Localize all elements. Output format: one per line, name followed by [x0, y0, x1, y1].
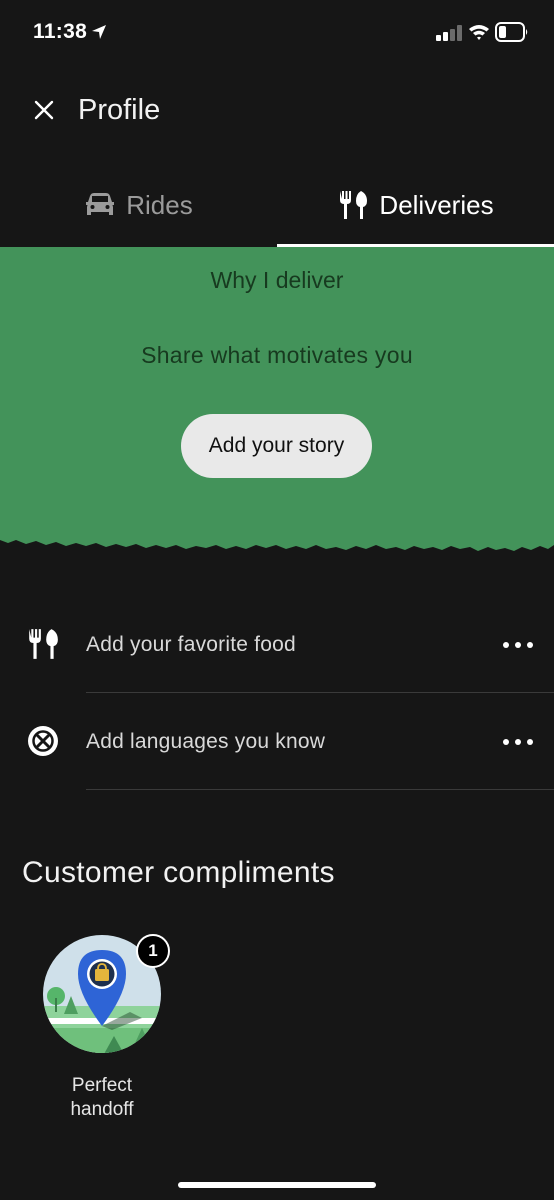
status-bar: 11:38 [0, 0, 554, 66]
why-i-deliver-card: Why I deliver Share what motivates you A… [0, 247, 554, 565]
languages-row[interactable]: Add languages you know [0, 693, 554, 789]
favorite-food-row[interactable]: Add your favorite food [0, 596, 554, 692]
compliment-count-badge: 1 [136, 934, 170, 968]
more-dots-icon[interactable] [500, 730, 536, 754]
story-heading: Why I deliver [210, 267, 344, 293]
tab-rides[interactable]: Rides [0, 166, 277, 244]
compliment-label: Perfect handoff [20, 1074, 184, 1122]
row-divider [86, 789, 554, 790]
more-dots-icon[interactable] [500, 633, 536, 657]
home-indicator [178, 1182, 376, 1188]
battery-icon [495, 22, 529, 42]
close-button[interactable] [28, 96, 60, 128]
fork-knife-icon [24, 625, 62, 663]
page-title: Profile [78, 94, 161, 126]
location-arrow-icon [91, 24, 107, 40]
car-icon [84, 192, 116, 218]
tab-deliveries-label: Deliveries [379, 189, 494, 220]
tab-bar: Rides Deliveries [0, 166, 554, 248]
language-globe-icon [24, 722, 62, 760]
status-time: 11:38 [33, 20, 88, 43]
close-icon [34, 100, 54, 125]
wifi-icon [468, 23, 490, 41]
torn-paper-background [0, 247, 554, 551]
tab-deliveries[interactable]: Deliveries [277, 166, 554, 244]
tab-rides-label: Rides [126, 189, 193, 220]
compliments-title: Customer compliments [22, 856, 335, 889]
add-story-button[interactable]: Add your story [181, 414, 372, 478]
header: Profile [0, 80, 554, 146]
languages-label: Add languages you know [86, 730, 326, 753]
cellular-signal-icon [436, 25, 464, 41]
story-subtitle: Share what motivates you [141, 342, 413, 368]
compliment-label-text: Perfect handoff [70, 1075, 134, 1120]
fork-knife-icon [337, 189, 369, 221]
favorite-food-label: Add your favorite food [86, 633, 296, 656]
